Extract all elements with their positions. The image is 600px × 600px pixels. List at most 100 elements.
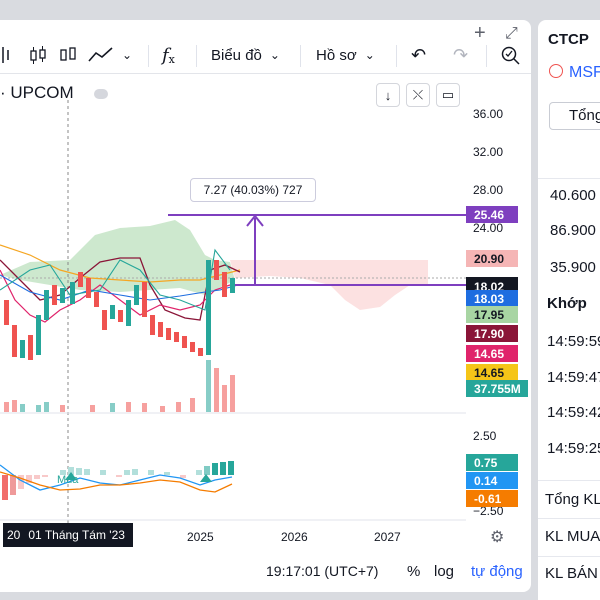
candle bbox=[198, 348, 203, 356]
match-time: 14:59:42 bbox=[547, 404, 600, 421]
candle bbox=[78, 272, 83, 287]
match-header: Khớp bbox=[547, 295, 587, 312]
candle bbox=[12, 325, 17, 357]
bar-chart-icon[interactable] bbox=[0, 36, 12, 74]
chevron-down-icon[interactable]: ⌄ bbox=[122, 36, 132, 74]
candle bbox=[4, 300, 9, 325]
price-tag: 37.755M bbox=[466, 380, 528, 397]
legend-toggle-icon[interactable] bbox=[94, 89, 108, 99]
candle bbox=[166, 328, 171, 340]
price-tag: 20.90 bbox=[466, 250, 518, 267]
candle bbox=[44, 290, 49, 320]
settings-icon[interactable]: ⚙ bbox=[490, 527, 504, 547]
candle bbox=[142, 282, 147, 317]
candle bbox=[102, 310, 107, 330]
oscillator-tag: 0.75 bbox=[466, 454, 518, 471]
y-axis-label: 32.00 bbox=[473, 145, 504, 159]
candle bbox=[190, 342, 195, 352]
toolbar-divider bbox=[148, 45, 149, 67]
candle bbox=[150, 315, 155, 335]
date-tooltip-text: 01 Tháng Tám '23 bbox=[28, 528, 125, 542]
price-value: 35.900 bbox=[550, 259, 596, 276]
row-divider bbox=[538, 480, 600, 481]
match-time: 14:59:59 bbox=[547, 333, 600, 350]
row-divider bbox=[538, 178, 600, 179]
candle bbox=[36, 315, 41, 355]
candle bbox=[126, 300, 131, 326]
indicator-fx-icon[interactable]: fx bbox=[162, 36, 175, 74]
macd-histogram bbox=[2, 461, 234, 500]
candle bbox=[86, 278, 91, 298]
oscillator-tag: -0.61 bbox=[466, 490, 518, 507]
osc-axis-label: 2.50 bbox=[473, 429, 497, 443]
y-axis-label: 24.00 bbox=[473, 221, 504, 235]
y-axis-label: 28.00 bbox=[473, 183, 504, 197]
ticker-label[interactable]: MSF bbox=[569, 64, 600, 82]
footer-total-volume: Tổng KL bbox=[545, 491, 600, 508]
match-time: 14:59:47 bbox=[547, 369, 600, 386]
chevron-down-icon: ⌄ bbox=[364, 48, 375, 62]
date-tooltip-prefix: 20 bbox=[7, 528, 21, 542]
y-axis-label: 36.00 bbox=[473, 107, 504, 121]
company-title: CTCP bbox=[548, 31, 589, 48]
toolbar-divider bbox=[196, 45, 197, 67]
x-axis-label: 2026 bbox=[281, 530, 308, 544]
timezone-time[interactable]: 19:17:01 (UTC+7) bbox=[266, 563, 378, 579]
chart-menu-label: Biểu đồ bbox=[211, 46, 262, 64]
chevron-down-icon: ⌄ bbox=[269, 48, 280, 62]
undo-icon[interactable]: ↶ bbox=[411, 36, 426, 74]
volume-bars bbox=[4, 360, 235, 412]
candle bbox=[60, 288, 65, 303]
chart-menu-button[interactable]: Biểu đồ ⌄ bbox=[211, 36, 280, 74]
line-chart-icon[interactable] bbox=[88, 36, 114, 74]
footer-buy-volume: KL MUA bbox=[545, 528, 600, 545]
price-tag: 14.65 bbox=[466, 345, 518, 362]
chart-toolbar: ⌄ fx Biểu đồ ⌄ Hồ sơ ⌄ ↶ ↷ bbox=[0, 36, 531, 74]
toolbar-divider bbox=[396, 45, 397, 67]
candle bbox=[28, 335, 33, 360]
measure-info-box: 7.27 (40.03%) 727 bbox=[190, 178, 316, 202]
candle bbox=[134, 285, 139, 305]
redo-icon[interactable]: ↷ bbox=[453, 36, 468, 74]
candle bbox=[52, 285, 57, 305]
profile-menu-button[interactable]: Hồ sơ ⌄ bbox=[316, 36, 375, 74]
price-tag: 17.90 bbox=[466, 325, 518, 342]
buy-signal-label: Mua bbox=[57, 474, 79, 486]
candle bbox=[158, 322, 163, 337]
toolbar-divider bbox=[486, 45, 487, 67]
candle bbox=[182, 336, 187, 348]
price-tag: 25.46 bbox=[466, 206, 518, 223]
total-button-label: Tổng bbox=[569, 107, 600, 124]
oscillator-tag: 0.14 bbox=[466, 472, 518, 489]
candle bbox=[118, 310, 123, 322]
candle bbox=[110, 305, 115, 319]
match-time: 14:59:25 bbox=[547, 440, 600, 457]
profile-menu-label: Hồ sơ bbox=[316, 46, 357, 64]
candle bbox=[174, 332, 179, 342]
candle bbox=[222, 272, 227, 297]
candle bbox=[70, 282, 75, 304]
candle bbox=[230, 278, 235, 293]
log-toggle[interactable]: log bbox=[434, 563, 454, 580]
buy-signal-marker bbox=[200, 474, 212, 482]
candle bbox=[214, 260, 219, 280]
candle bbox=[20, 340, 25, 358]
candle bbox=[206, 260, 211, 355]
x-axis-label: 2027 bbox=[374, 530, 401, 544]
toolbar-divider bbox=[300, 45, 301, 67]
quick-search-icon[interactable] bbox=[500, 36, 520, 74]
percent-toggle[interactable]: % bbox=[407, 563, 420, 580]
price-tag: 14.65 bbox=[466, 364, 518, 381]
candle bbox=[94, 292, 99, 307]
footer-sell-volume: KL BÁN bbox=[545, 565, 598, 582]
price-value: 40.600 bbox=[550, 187, 596, 204]
hollow-candle-icon[interactable] bbox=[58, 36, 78, 74]
price-value: 86.900 bbox=[550, 222, 596, 239]
price-tag: 18.03 bbox=[466, 290, 518, 307]
x-axis-label: 2025 bbox=[187, 530, 214, 544]
row-divider bbox=[538, 518, 600, 519]
date-tooltip: 20 01 Tháng Tám '23 bbox=[3, 523, 133, 547]
clock-icon bbox=[549, 64, 563, 78]
auto-toggle[interactable]: tự động bbox=[471, 563, 523, 580]
candlestick-icon[interactable] bbox=[28, 36, 48, 74]
